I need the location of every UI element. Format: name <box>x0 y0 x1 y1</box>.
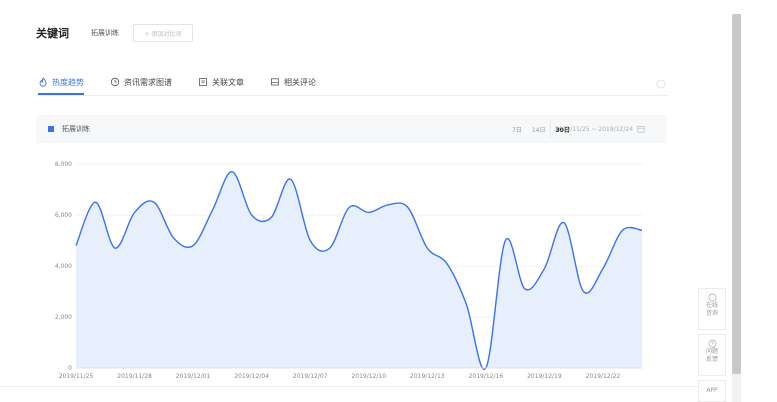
data-point[interactable] <box>172 236 176 240</box>
data-point[interactable] <box>620 228 624 232</box>
range-7d[interactable]: 7日 <box>512 125 522 134</box>
data-point[interactable] <box>269 216 273 220</box>
tab-comments[interactable]: 相关评论 <box>270 72 316 92</box>
keyword-tag[interactable]: 拓展训练 <box>91 28 119 38</box>
data-point[interactable] <box>503 239 507 243</box>
chat-icon <box>708 293 716 302</box>
tab-trend-label: 热度趋势 <box>52 77 84 87</box>
tab-bar: 热度趋势 资讯需求图谱 关联文章 相关评论 <box>38 72 342 95</box>
tab-demand-graph[interactable]: 资讯需求图谱 <box>110 72 172 92</box>
tabs-divider <box>36 95 668 96</box>
date-range-text: 2019/11/25 ~ 2019/12/24 <box>555 125 634 133</box>
tab-articles-label: 关联文章 <box>212 77 244 87</box>
data-point[interactable] <box>581 290 585 294</box>
x-tick-label: 2019/12/04 <box>234 373 269 380</box>
data-point[interactable] <box>230 170 234 174</box>
feedback-button[interactable]: 问题 反馈 <box>698 334 726 376</box>
y-tick-label: 4,000 <box>55 263 72 270</box>
calendar-icon <box>637 125 645 133</box>
y-tick-label: 8,000 <box>55 161 72 168</box>
data-point[interactable] <box>308 239 312 243</box>
y-tick-label: 0 <box>68 365 72 372</box>
chart-header: 拓展训练 7日 14日 30日 2019/11/25 ~ 2019/12/24 <box>36 115 666 143</box>
keyword-bar: 关键词 拓展训练 + 添加对比词 <box>36 22 193 44</box>
data-point[interactable] <box>523 287 527 291</box>
flame-icon <box>38 77 48 87</box>
side-label: APP <box>706 387 718 394</box>
side-label: 咨询 <box>705 310 718 317</box>
app-button[interactable]: APP <box>698 380 726 402</box>
x-tick-label: 2019/12/10 <box>351 373 386 380</box>
legend-label: 拓展训练 <box>62 125 90 133</box>
online-consult-button[interactable]: 在线 咨询 <box>698 288 726 330</box>
keyword-label: 关键词 <box>36 27 69 40</box>
side-label: 在线 <box>705 302 718 309</box>
data-point[interactable] <box>211 208 215 212</box>
side-label: 反馈 <box>705 356 718 363</box>
x-tick-label: 2019/12/13 <box>410 373 445 380</box>
add-compare-button[interactable]: + 添加对比词 <box>133 24 193 42</box>
data-point[interactable] <box>640 228 644 232</box>
date-range-picker[interactable]: 2019/11/25 ~ 2019/12/24 <box>550 120 662 138</box>
y-tick-label: 2,000 <box>55 314 72 321</box>
y-tick-label: 6,000 <box>55 212 72 219</box>
data-point[interactable] <box>113 246 117 250</box>
x-tick-label: 2019/12/07 <box>293 373 328 380</box>
data-point[interactable] <box>601 267 605 271</box>
article-icon <box>198 77 208 87</box>
series-area <box>76 171 642 370</box>
data-point[interactable] <box>406 205 410 209</box>
tab-trend[interactable]: 热度趋势 <box>38 72 84 95</box>
data-point[interactable] <box>445 261 449 265</box>
x-tick-label: 2019/12/16 <box>469 373 504 380</box>
data-point[interactable] <box>386 203 390 207</box>
x-tick-label: 2019/11/25 <box>59 373 94 380</box>
data-point[interactable] <box>347 205 351 209</box>
range-14d[interactable]: 14日 <box>532 125 546 134</box>
help-icon <box>708 339 716 348</box>
data-point[interactable] <box>74 244 78 248</box>
comment-icon <box>270 77 280 87</box>
tab-comments-label: 相关评论 <box>284 77 316 87</box>
tab-demand-graph-label: 资讯需求图谱 <box>124 77 172 87</box>
x-tick-label: 2019/12/22 <box>586 373 621 380</box>
data-point[interactable] <box>542 267 546 271</box>
side-label: 问题 <box>705 348 718 355</box>
x-tick-label: 2019/11/28 <box>117 373 152 380</box>
x-tick-label: 2019/12/01 <box>176 373 211 380</box>
scrollbar-thumb[interactable] <box>732 14 741 374</box>
data-point[interactable] <box>425 246 429 250</box>
trend-chart: 8,000 6,000 4,000 2,000 02019/11/25 2019/11/2… <box>55 161 644 380</box>
legend-swatch <box>48 126 54 132</box>
data-point[interactable] <box>328 246 332 250</box>
data-point[interactable] <box>464 302 468 306</box>
data-point[interactable] <box>152 200 156 204</box>
clock-icon <box>110 77 120 87</box>
info-icon[interactable] <box>656 74 666 89</box>
data-point[interactable] <box>133 210 137 214</box>
data-point[interactable] <box>289 177 293 181</box>
x-tick-label: 2019/12/19 <box>527 373 562 380</box>
tab-articles[interactable]: 关联文章 <box>198 72 244 92</box>
data-point[interactable] <box>250 213 254 217</box>
data-point[interactable] <box>562 221 566 225</box>
data-point[interactable] <box>191 244 195 248</box>
data-point[interactable] <box>94 200 98 204</box>
bottom-divider <box>0 386 700 387</box>
data-point[interactable] <box>367 210 371 214</box>
